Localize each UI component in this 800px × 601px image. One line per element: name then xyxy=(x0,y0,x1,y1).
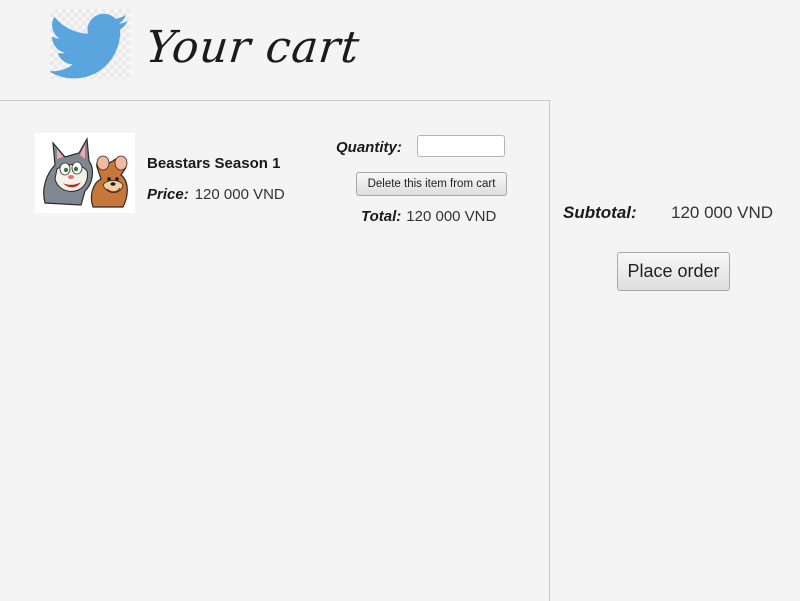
tom-and-jerry-image xyxy=(35,133,135,213)
subtotal-value: 120 000 VND xyxy=(671,203,774,222)
total-label: Total: xyxy=(361,208,402,225)
total-value: 120 000 VND xyxy=(406,208,497,225)
subtotal-label: Subtotal: xyxy=(563,203,637,222)
order-summary: Subtotal: 120 000 VND Place order xyxy=(549,100,800,601)
item-thumbnail xyxy=(35,133,135,213)
quantity-label: Quantity: xyxy=(336,139,402,156)
price-label: Price: xyxy=(147,186,189,203)
item-total: Total: 120 000 VND xyxy=(361,208,496,225)
twitter-bird-icon xyxy=(50,13,128,79)
item-name: Beastars Season 1 xyxy=(147,155,281,172)
price-value: 120 000 VND xyxy=(194,186,285,203)
cart-window: Your cart Beastars Season 1 Price: 120 0… xyxy=(0,0,800,601)
delete-item-button[interactable]: Delete this item from cart xyxy=(356,172,507,196)
place-order-button[interactable]: Place order xyxy=(617,252,730,291)
header: Your cart xyxy=(0,0,800,100)
quantity-input[interactable] xyxy=(417,135,505,157)
page-title: Your cart xyxy=(143,22,363,73)
logo xyxy=(50,9,130,79)
item-price: Price: 120 000 VND xyxy=(147,186,285,203)
cart-item: Beastars Season 1 Price: 120 000 VND Quan… xyxy=(0,101,549,241)
cart-items-panel: Beastars Season 1 Price: 120 000 VND Quan… xyxy=(0,100,550,601)
